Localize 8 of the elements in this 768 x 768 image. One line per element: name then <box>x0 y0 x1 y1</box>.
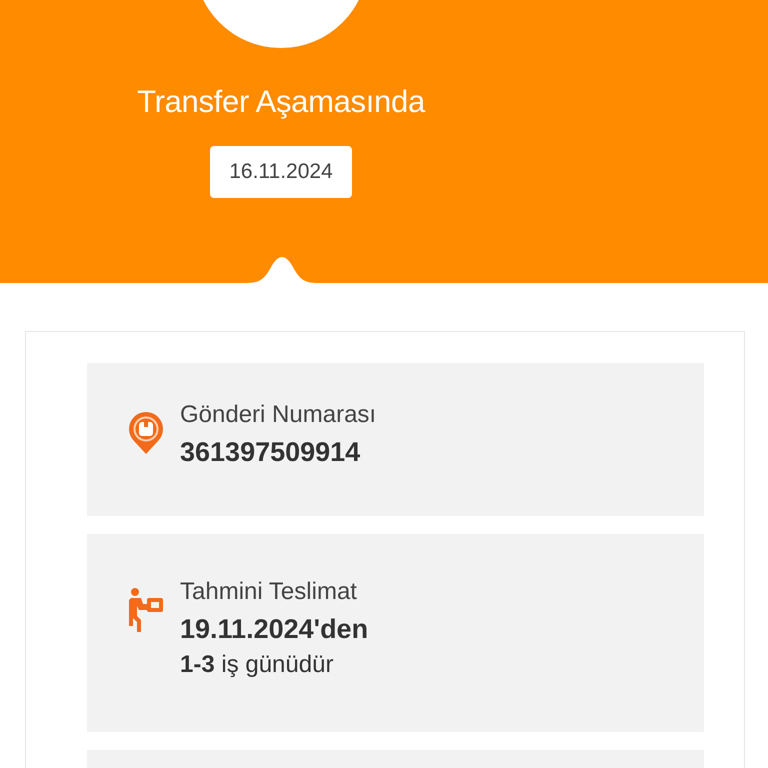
package-pin-icon <box>127 409 165 455</box>
info-label: Tahmini Teslimat <box>180 578 358 606</box>
status-title: Transfer Aşamasında <box>137 84 425 120</box>
info-value: 361397509914 <box>180 437 362 468</box>
info-detail: 1-3 iş günüdür <box>180 651 334 679</box>
info-value: 19.11.2024'den <box>180 614 368 645</box>
date-badge: 16.11.2024 <box>210 146 352 198</box>
info-label: Gönderi Numarası <box>180 401 376 429</box>
